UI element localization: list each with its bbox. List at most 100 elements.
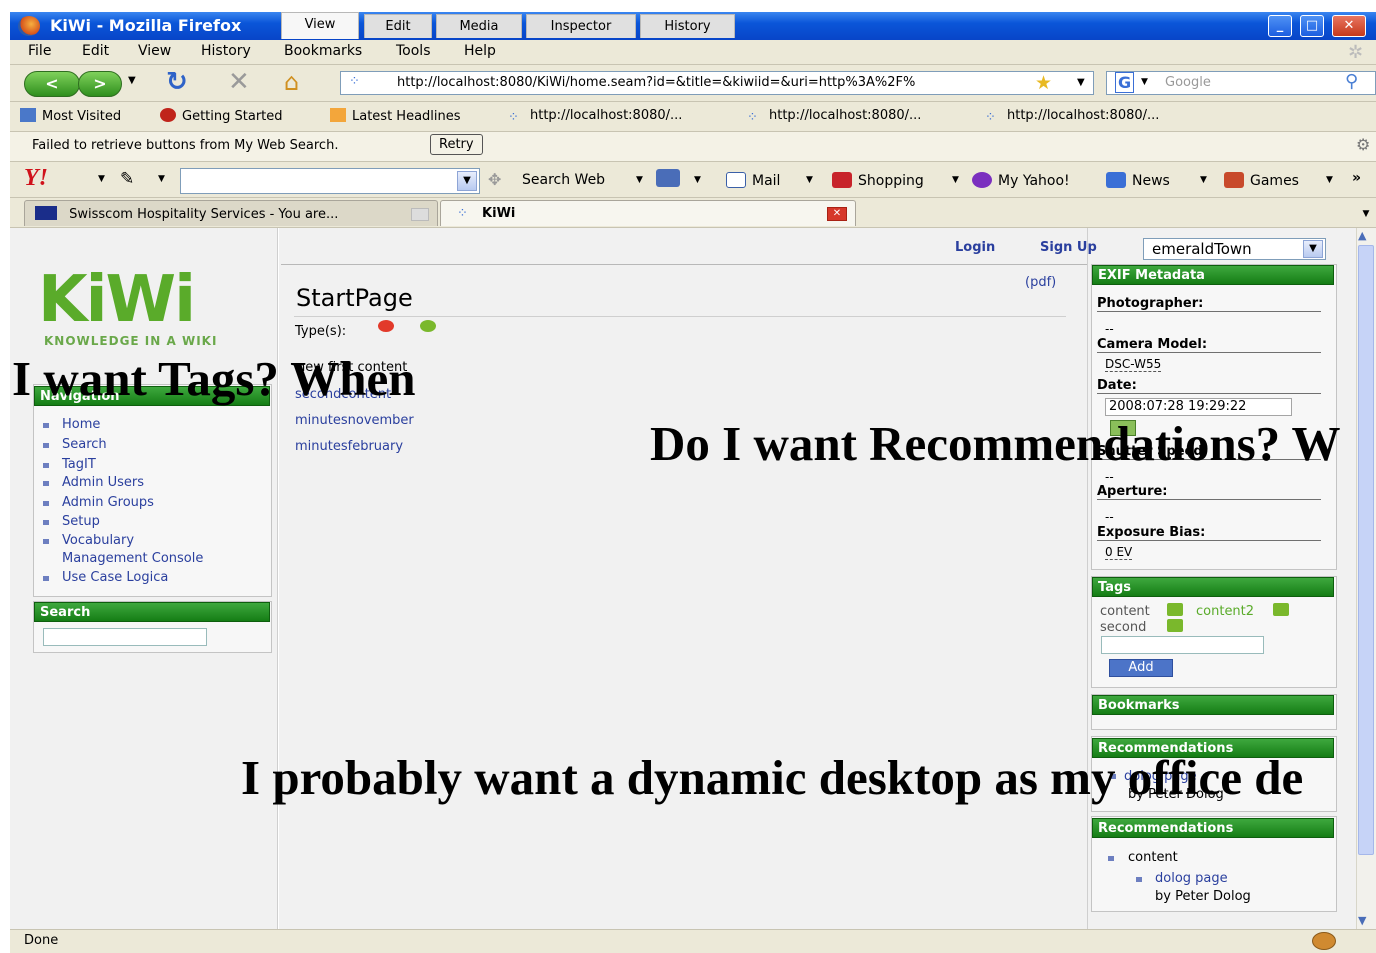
login-link[interactable]: Login — [955, 240, 995, 255]
signup-link[interactable]: Sign Up — [1040, 240, 1097, 255]
history-dropdown-icon[interactable]: ▼ — [128, 75, 136, 86]
bookmark-localhost-1[interactable]: ⁘ http://localhost:8080/... — [508, 108, 682, 125]
mail-button[interactable]: Mail — [726, 172, 780, 189]
url-text[interactable]: http://localhost:8080/KiWi/home.seam?id=… — [397, 75, 1037, 90]
tag-add-icon[interactable] — [1167, 603, 1183, 616]
tag-second[interactable]: second — [1100, 620, 1146, 635]
news-button[interactable]: News — [1106, 172, 1170, 189]
my-yahoo-button[interactable]: My Yahoo! — [972, 172, 1070, 189]
menu-history[interactable]: History — [201, 43, 251, 59]
forward-button[interactable]: > — [78, 71, 122, 97]
shopping-dropdown-icon[interactable]: ▼ — [952, 175, 959, 185]
tab-media[interactable]: Media — [436, 14, 522, 38]
maximize-button[interactable]: □ — [1300, 15, 1324, 37]
nav-search[interactable]: Search — [62, 437, 107, 452]
pencil-dropdown-icon[interactable]: ▼ — [158, 174, 165, 184]
tab-kiwi[interactable]: ⁘ KiWi ✕ — [440, 200, 856, 226]
user-select[interactable]: emeraldTown ▼ — [1143, 238, 1326, 260]
nav-admin-users[interactable]: Admin Users — [62, 475, 144, 490]
exif-label-exposure-bias: Exposure Bias: — [1097, 525, 1321, 541]
url-bar[interactable]: ⁘ http://localhost:8080/KiWi/home.seam?i… — [340, 71, 1094, 95]
menu-tools[interactable]: Tools — [396, 43, 431, 59]
bookmark-most-visited[interactable]: Most Visited — [20, 108, 121, 124]
search-web-button[interactable]: Search Web — [522, 172, 605, 188]
tag-add-icon[interactable] — [1273, 603, 1289, 616]
mail-dropdown-icon[interactable]: ▼ — [806, 175, 813, 185]
search-web-dropdown-icon[interactable]: ▼ — [636, 175, 643, 185]
menu-view[interactable]: View — [138, 43, 171, 59]
google-engine-icon[interactable]: G — [1115, 72, 1135, 93]
tag-content[interactable]: content — [1100, 604, 1150, 619]
kiwi-logo[interactable]: KiWi — [38, 268, 196, 332]
scroll-up-icon[interactable]: ▲ — [1358, 229, 1366, 242]
shield-icon[interactable] — [656, 169, 680, 187]
add-type-icon[interactable] — [420, 320, 436, 332]
content-link-minutesnovember[interactable]: minutesnovember — [295, 413, 414, 428]
home-icon[interactable]: ⌂ — [284, 68, 299, 96]
nav-setup[interactable]: Setup — [62, 514, 100, 529]
exif-value-date: 2008:07:28 19:29:22 — [1105, 398, 1292, 416]
toolbar-overflow-button[interactable]: » — [1352, 170, 1361, 186]
tab-close-icon[interactable]: ✕ — [827, 207, 847, 221]
toolbar-gear-icon[interactable]: ⚙ — [1356, 135, 1370, 154]
nav-management-console[interactable]: Management Console — [62, 551, 203, 566]
close-button[interactable]: ✕ — [1332, 15, 1366, 37]
sidebar-search-input[interactable] — [43, 628, 207, 646]
nav-admin-groups[interactable]: Admin Groups — [62, 495, 154, 510]
status-addon-icon[interactable] — [1312, 932, 1336, 950]
back-button[interactable]: < — [24, 71, 80, 97]
minimize-button[interactable]: _ — [1268, 15, 1292, 37]
content-link-minutesfebruary[interactable]: minutesfebruary — [295, 439, 403, 454]
menu-help[interactable]: Help — [464, 43, 496, 59]
tab-swisscom[interactable]: Swisscom Hospitality Services - You are.… — [24, 200, 438, 226]
stop-icon[interactable]: ✕ — [228, 67, 250, 97]
bookmark-getting-started[interactable]: Getting Started — [160, 108, 283, 124]
tab-edit[interactable]: Edit — [364, 14, 432, 38]
exif-value-shutter-speed: -- — [1105, 470, 1114, 484]
yahoo-menu-dropdown-icon[interactable]: ▼ — [98, 174, 105, 184]
shopping-button[interactable]: Shopping — [832, 172, 924, 189]
yahoo-search-input[interactable]: ▼ — [180, 168, 480, 194]
url-dropdown-icon[interactable]: ▼ — [1077, 77, 1085, 88]
menu-bookmarks[interactable]: Bookmarks — [284, 43, 362, 59]
search-go-icon[interactable]: ⚲ — [1345, 71, 1358, 92]
scroll-down-icon[interactable]: ▼ — [1358, 914, 1366, 927]
news-dropdown-icon[interactable]: ▼ — [1200, 175, 1207, 185]
search-bar[interactable]: G ▼ Google ⚲ — [1106, 71, 1376, 95]
nav-vocabulary[interactable]: Vocabulary — [62, 533, 134, 548]
tab-list-dropdown-icon[interactable]: ▼ — [1356, 204, 1376, 224]
pencil-icon[interactable]: ✎ — [120, 169, 134, 189]
retry-button[interactable]: Retry — [430, 134, 483, 155]
bookmark-star-icon[interactable]: ★ — [1035, 72, 1052, 94]
nav-home[interactable]: Home — [62, 417, 100, 432]
reload-icon[interactable]: ↻ — [166, 67, 188, 97]
bookmark-latest-headlines[interactable]: Latest Headlines — [330, 108, 461, 124]
scrollbar-thumb[interactable] — [1358, 245, 1374, 855]
recommendation-link-2[interactable]: dolog page — [1155, 871, 1228, 886]
bookmark-localhost-3[interactable]: ⁘ http://localhost:8080/... — [985, 108, 1159, 125]
yahoo-logo[interactable]: Y! — [24, 165, 48, 192]
menu-file[interactable]: File — [28, 43, 51, 59]
tab-close-icon[interactable] — [411, 208, 429, 221]
nav-use-case-logica[interactable]: Use Case Logica — [62, 570, 168, 585]
games-dropdown-icon[interactable]: ▼ — [1326, 175, 1333, 185]
tag-input[interactable] — [1101, 636, 1264, 654]
tag-add-icon[interactable] — [1167, 619, 1183, 632]
add-tag-button[interactable]: Add — [1109, 659, 1173, 677]
exif-value-camera-model: DSC-W55 — [1105, 357, 1162, 372]
pdf-link[interactable]: (pdf) — [1025, 275, 1056, 290]
engine-dropdown-icon[interactable]: ▼ — [1141, 77, 1148, 87]
menu-edit[interactable]: Edit — [82, 43, 109, 59]
tab-view[interactable]: View — [281, 12, 359, 39]
shield-dropdown-icon[interactable]: ▼ — [694, 175, 701, 185]
games-button[interactable]: Games — [1224, 172, 1299, 189]
nav-tagit[interactable]: TagIT — [62, 457, 96, 472]
tab-history[interactable]: History — [640, 14, 735, 38]
tag-content2[interactable]: content2 — [1196, 604, 1254, 619]
search-input-placeholder[interactable]: Google — [1165, 75, 1211, 90]
search-history-dropdown-icon[interactable]: ▼ — [457, 171, 477, 191]
chevron-down-icon[interactable]: ▼ — [1303, 240, 1323, 258]
tab-inspector[interactable]: Inspector — [526, 14, 636, 38]
remove-type-icon[interactable] — [378, 320, 394, 332]
bookmark-localhost-2[interactable]: ⁘ http://localhost:8080/... — [747, 108, 921, 125]
